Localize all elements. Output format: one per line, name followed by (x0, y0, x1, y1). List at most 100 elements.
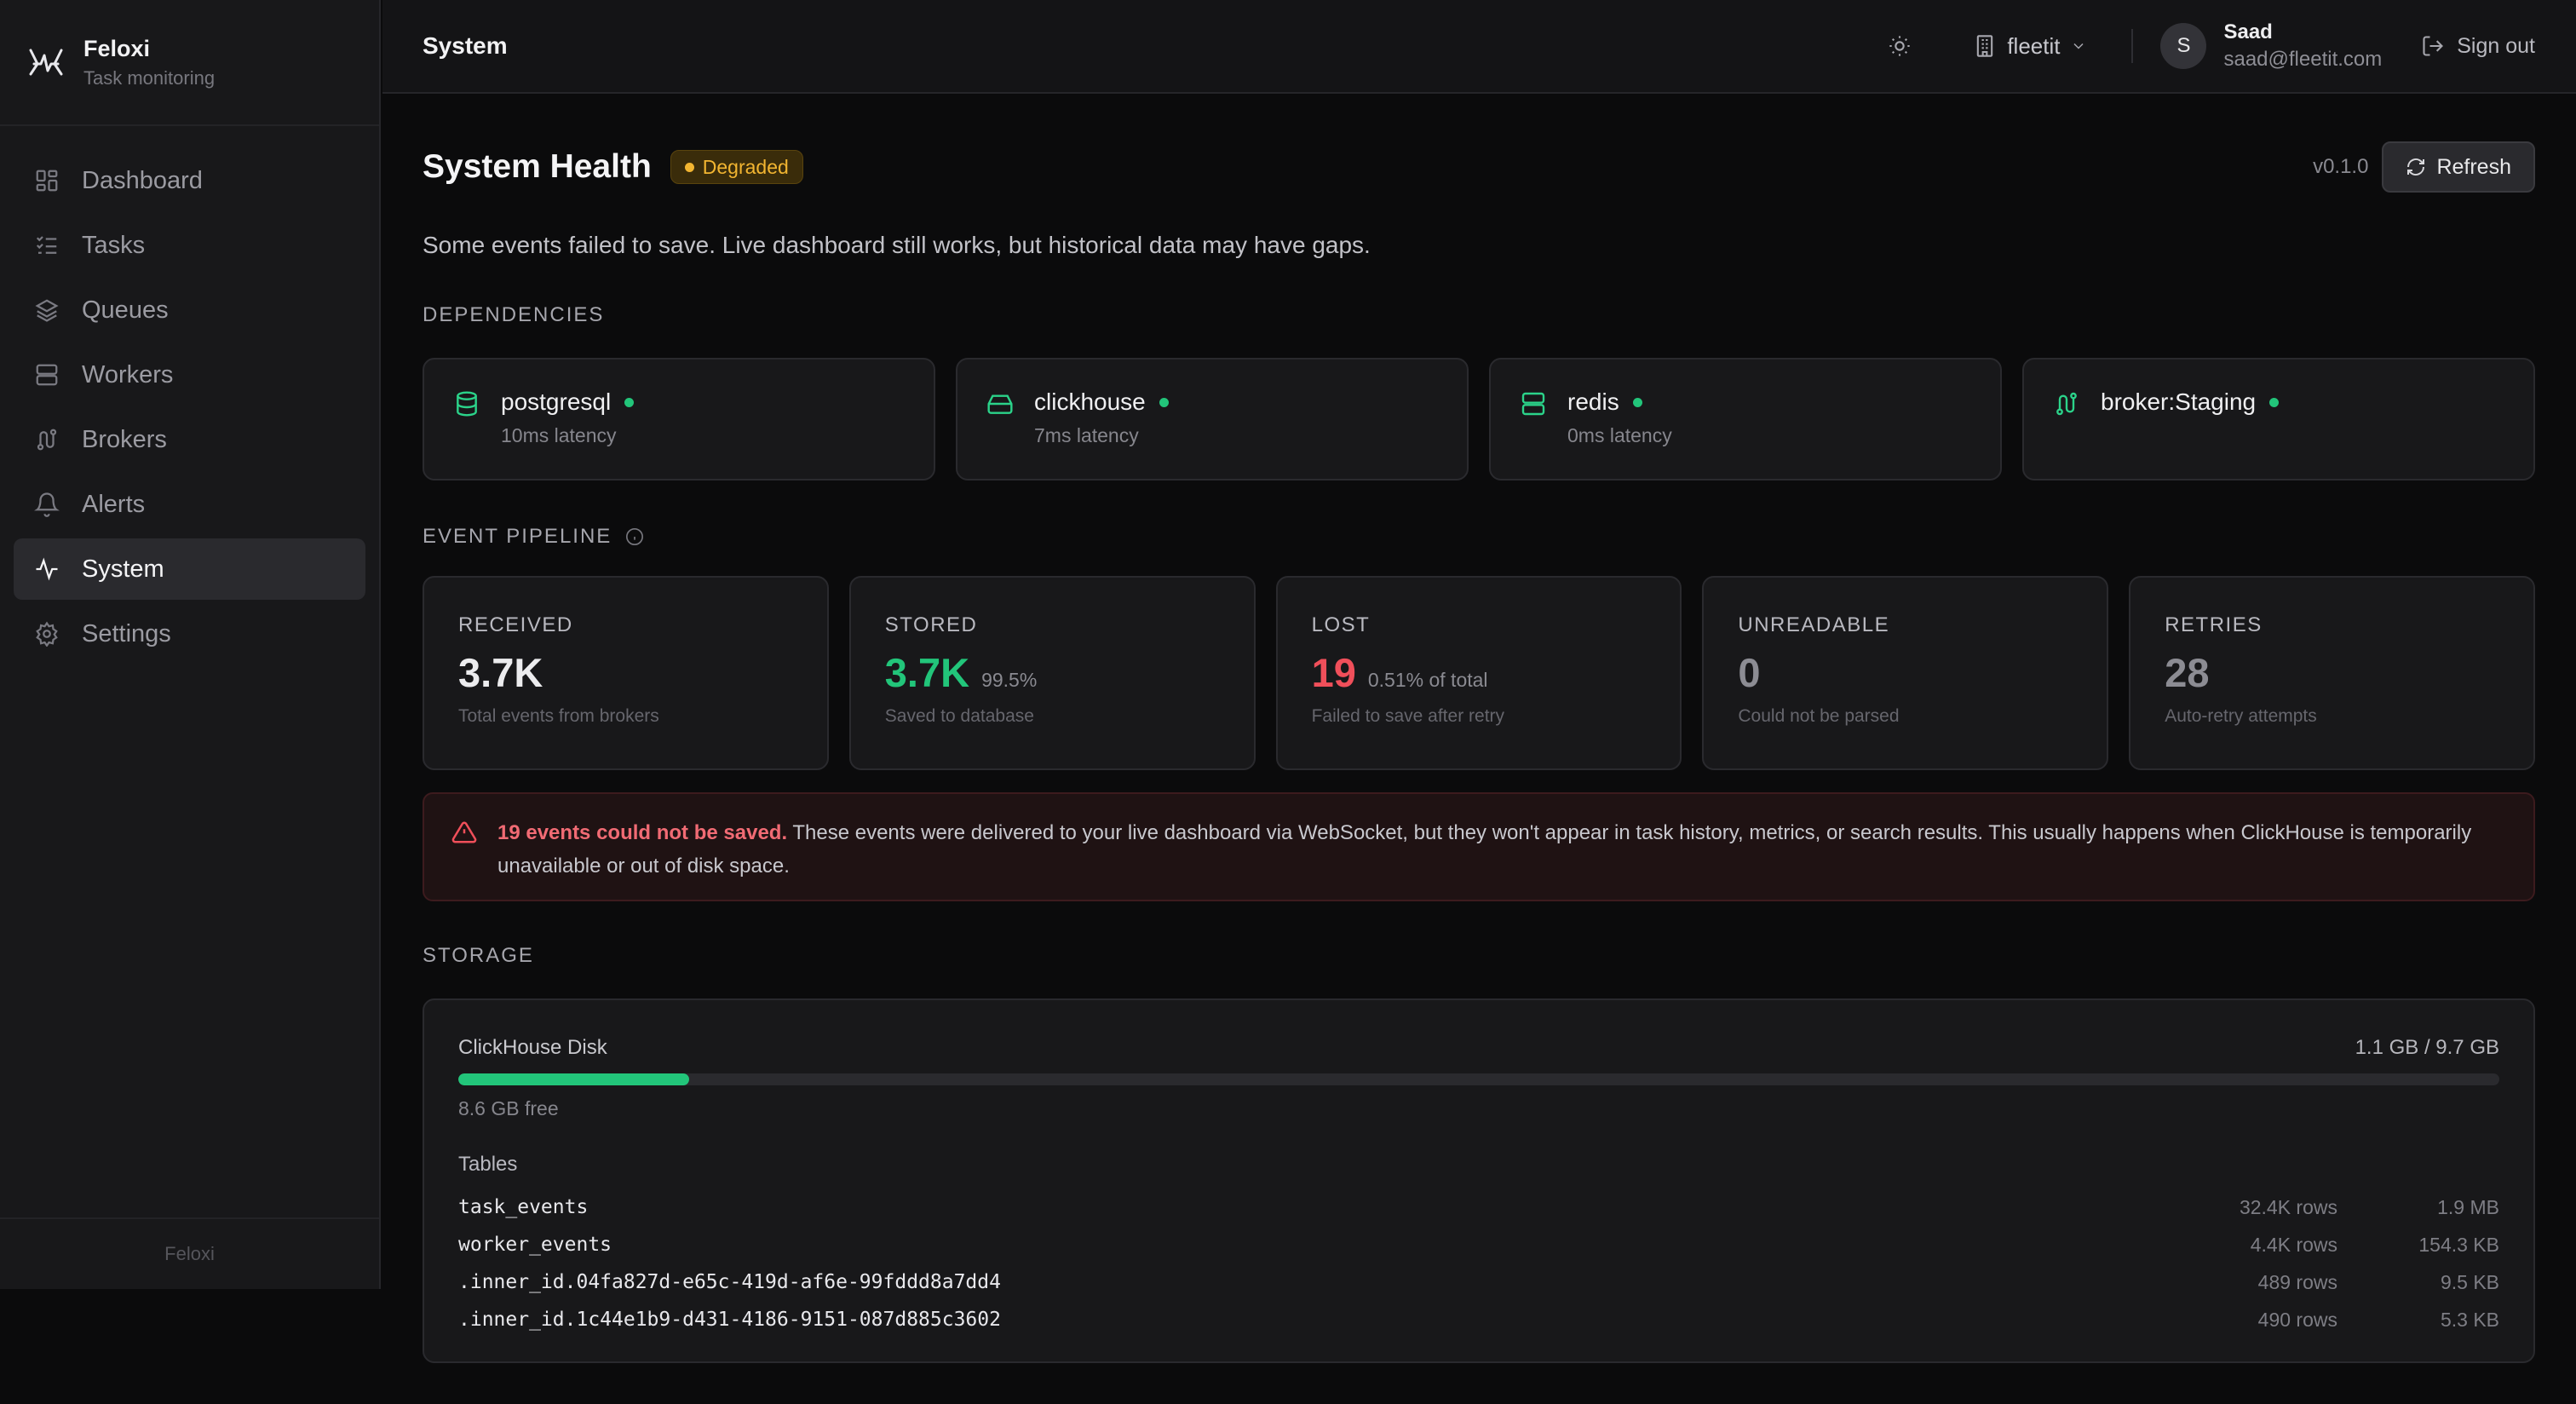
refresh-label: Refresh (2436, 154, 2511, 179)
page-title: System Health (423, 148, 652, 185)
dependency-latency: 0ms latency (1567, 424, 1672, 446)
sidebar-item-label: System (82, 555, 164, 583)
sidebar-item-workers[interactable]: Workers (14, 344, 365, 406)
stat-label: LOST (1311, 613, 1371, 636)
disk-free: 8.6 GB free (458, 1097, 559, 1119)
sun-icon (1889, 36, 1910, 56)
status-dot (1632, 397, 1642, 407)
brand[interactable]: Feloxi Task monitoring (0, 0, 379, 126)
sidebar-item-label: Alerts (82, 490, 146, 518)
stat-description: Total events from brokers (458, 706, 659, 726)
dependencies-heading: DEPENDENCIES (423, 303, 604, 327)
sign-out-button[interactable]: Sign out (2421, 34, 2535, 59)
table-rows: 32.4K rows (2239, 1195, 2337, 1218)
sidebar-nav: Dashboard Tasks Queues Workers Brokers A… (14, 150, 365, 668)
table-rows: 489 rows (2257, 1270, 2337, 1293)
status-label: Degraded (702, 155, 789, 178)
table-size: 5.3 KB (2440, 1308, 2499, 1331)
topbar-title: System (423, 32, 508, 59)
stat-description: Could not be parsed (1738, 706, 1900, 726)
refresh-button[interactable]: Refresh (2382, 141, 2535, 193)
sidebar-item-alerts[interactable]: Alerts (14, 474, 365, 535)
tables-list: task_events 32.4K rows 1.9 MB worker_eve… (458, 1188, 2499, 1338)
storage-heading: STORAGE (423, 944, 534, 968)
dependency-latency: 10ms latency (501, 424, 617, 446)
sidebar-item-system[interactable]: System (14, 538, 365, 600)
status-dot (624, 397, 635, 407)
disk-usage: 1.1 GB / 9.7 GB (2355, 1036, 2499, 1059)
sign-out-label: Sign out (2457, 33, 2535, 58)
user-email: saad@fleetit.com (2223, 48, 2383, 71)
dependencies-heading-text: DEPENDENCIES (423, 303, 605, 326)
org-switcher[interactable]: fleetit (1973, 33, 2087, 60)
pipeline-heading-text: EVENT PIPELINE (423, 525, 612, 548)
disk-label: ClickHouse Disk (458, 1036, 607, 1059)
sidebar-item-label: Workers (82, 360, 174, 388)
alert-heading: 19 events could not be saved. (497, 821, 788, 844)
stat-extra: 99.5% (981, 669, 1038, 691)
status-dot (684, 162, 694, 172)
bell-icon (34, 492, 60, 517)
stat-value: 0 (1738, 650, 1761, 695)
theme-toggle-button[interactable] (1883, 29, 1917, 63)
table-row: task_events 32.4K rows 1.9 MB (458, 1188, 2499, 1226)
user-info: Saad saad@fleetit.com (2223, 20, 2382, 72)
disk-usage-bar (458, 1073, 2499, 1085)
dependency-card-broker: broker:Staging (2022, 358, 2535, 480)
sidebar-item-brokers[interactable]: Brokers (14, 409, 365, 470)
sidebar-item-queues[interactable]: Queues (14, 279, 365, 341)
sidebar-item-dashboard[interactable]: Dashboard (14, 150, 365, 211)
layers-icon (35, 299, 59, 322)
sidebar-item-label: Dashboard (82, 166, 203, 194)
gear-icon (36, 621, 58, 647)
stat-description: Auto-retry attempts (2165, 706, 2317, 726)
sidebar-item-settings[interactable]: Settings (14, 603, 365, 665)
table-rows: 4.4K rows (2250, 1233, 2337, 1256)
dependency-name: postgresql (501, 388, 612, 415)
table-name: task_events (458, 1196, 589, 1218)
database-icon (457, 391, 477, 417)
sidebar-item-tasks[interactable]: Tasks (14, 215, 365, 276)
info-icon[interactable] (625, 527, 644, 546)
feloxi-logo-icon (29, 49, 63, 76)
status-badge: Degraded (670, 150, 803, 184)
dependency-name: redis (1567, 388, 1619, 415)
dependency-card-redis: redis 0ms latency (1489, 358, 2002, 480)
avatar[interactable]: S (2160, 23, 2207, 69)
table-row: .inner_id.1c44e1b9-d431-4186-9151-087d88… (458, 1301, 2499, 1338)
sidebar-item-label: Queues (82, 296, 169, 324)
server-icon (36, 364, 58, 386)
table-size: 1.9 MB (2437, 1195, 2499, 1218)
table-name: worker_events (458, 1234, 612, 1256)
dependency-latency: 7ms latency (1034, 424, 1139, 446)
dependency-card-postgresql: postgresql 10ms latency (423, 358, 935, 480)
warning-triangle-icon (451, 821, 477, 843)
table-row: .inner_id.04fa827d-e65c-419d-af6e-99fddd… (458, 1263, 2499, 1301)
stat-value: 3.7K (884, 650, 970, 695)
stat-card-retries: RETRIES 28 Auto-retry attempts (2129, 576, 2535, 770)
stat-label: RECEIVED (458, 613, 573, 636)
table-name: .inner_id.1c44e1b9-d431-4186-9151-087d88… (458, 1309, 1001, 1331)
stat-extra: 0.51% of total (1367, 669, 1488, 691)
building-icon (1977, 35, 1993, 57)
stat-description: Saved to database (884, 706, 1034, 726)
route-icon (2056, 392, 2077, 416)
stat-value: 19 (1311, 650, 1356, 695)
stat-card-received: RECEIVED 3.7K Total events from brokers (423, 576, 829, 770)
log-out-icon (2423, 36, 2444, 56)
stat-label: STORED (884, 613, 978, 636)
table-size: 154.3 KB (2418, 1233, 2499, 1256)
stat-description: Failed to save after retry (1311, 706, 1505, 726)
org-name: fleetit (2007, 32, 2061, 59)
health-description: Some events failed to save. Live dashboa… (423, 232, 1371, 258)
dependency-card-clickhouse: clickhouse 7ms latency (956, 358, 1469, 480)
brand-subtitle: Task monitoring (83, 66, 216, 89)
sidebar-item-label: Brokers (82, 425, 167, 453)
refresh-icon (2407, 158, 2425, 176)
status-dot (1159, 397, 1169, 407)
user-name: Saad (2223, 20, 2273, 43)
route-icon (37, 429, 57, 451)
sidebar-item-label: Tasks (82, 231, 146, 259)
divider (2131, 29, 2134, 63)
brand-name: Feloxi (83, 35, 151, 61)
